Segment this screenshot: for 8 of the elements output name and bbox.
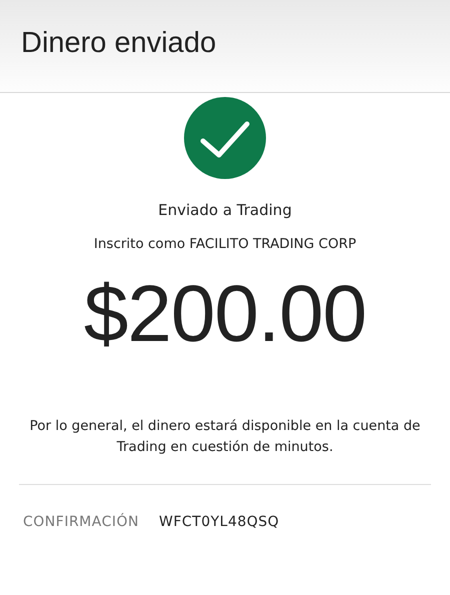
amount-text: $200.00 (84, 274, 366, 354)
confirmation-label: CONFIRMACIÓN (23, 514, 139, 530)
confirmation-number: WFCT0YL48QSQ (158, 514, 280, 530)
recipient-text: Enviado a Trading (158, 201, 292, 219)
checkmark-icon (184, 97, 266, 179)
enrolled-text: Inscrito como FACILITO TRADING CORP (94, 236, 356, 252)
info-text: Por lo general, el dinero estará disponible en la cuenta de Trading en cuestión de minutos. (28, 417, 422, 457)
page-title: Dinero enviado (21, 26, 216, 60)
